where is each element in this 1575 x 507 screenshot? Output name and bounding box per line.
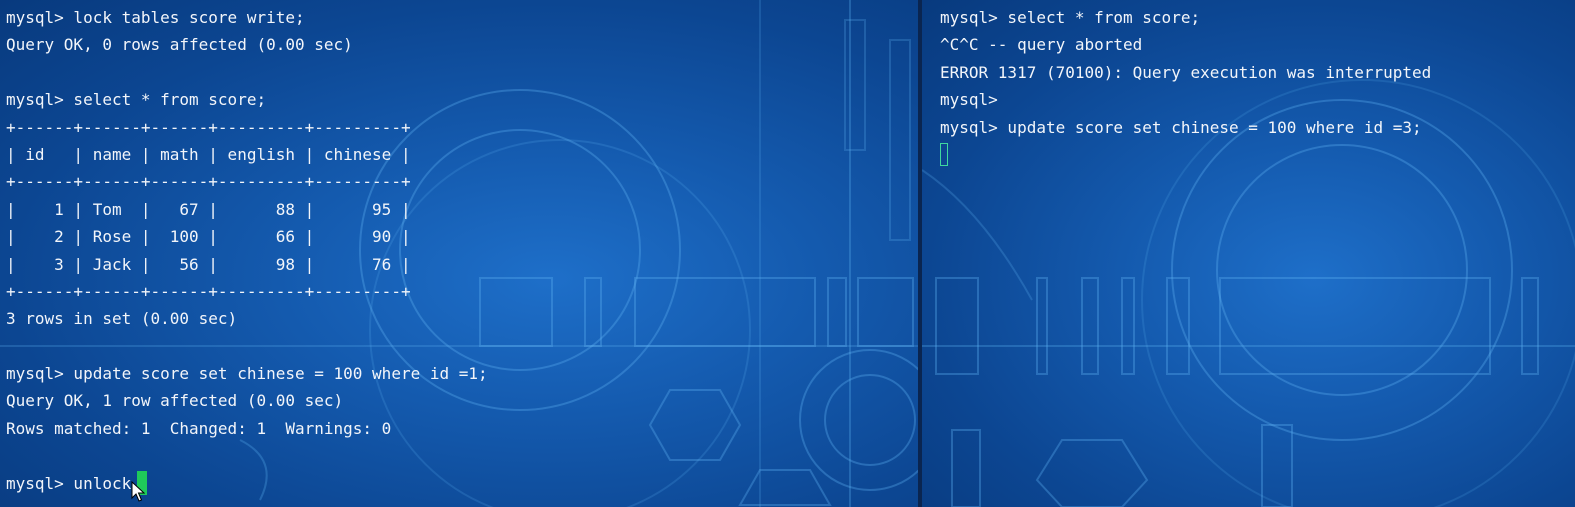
- terminal-input-line[interactable]: mysql> unlock: [6, 470, 488, 497]
- text-cursor: [940, 142, 948, 166]
- terminal-line: ^C^C -- query aborted: [940, 35, 1143, 55]
- left-terminal-output: mysql> lock tables score write; Query OK,…: [6, 4, 488, 497]
- right-terminal-pane[interactable]: mysql> select * from score; ^C^C -- query…: [922, 0, 1575, 507]
- terminal-line: Rows matched: 1 Changed: 1 Warnings: 0: [6, 418, 392, 438]
- table-row: | 1 | Tom | 67 | 88 | 95 |: [6, 199, 411, 219]
- mouse-pointer-icon: [131, 481, 145, 502]
- right-terminal-output: mysql> select * from score; ^C^C -- query…: [940, 4, 1431, 168]
- left-terminal-pane[interactable]: mysql> lock tables score write; Query OK,…: [0, 0, 918, 507]
- table-border: +------+------+------+---------+--------…: [6, 172, 411, 192]
- terminal-line: mysql> update score set chinese = 100 wh…: [940, 117, 1422, 137]
- table-border: +------+------+------+---------+--------…: [6, 281, 411, 301]
- table-header: | id | name | math | english | chinese |: [6, 144, 411, 164]
- terminal-prompt-input[interactable]: mysql> unlock: [6, 474, 131, 493]
- table-row: | 3 | Jack | 56 | 98 | 76 |: [6, 254, 411, 274]
- terminal-line: mysql>: [940, 90, 998, 110]
- table-border: +------+------+------+---------+--------…: [6, 117, 411, 137]
- terminal-line: Query OK, 1 row affected (0.00 sec): [6, 391, 344, 411]
- terminal-line: mysql> select * from score;: [6, 90, 267, 110]
- table-row: | 2 | Rose | 100 | 66 | 90 |: [6, 227, 411, 247]
- terminal-line: 3 rows in set (0.00 sec): [6, 309, 238, 329]
- terminal-input-line[interactable]: [940, 141, 1431, 168]
- terminal-line: mysql> lock tables score write;: [6, 8, 305, 27]
- terminal-line: mysql> update score set chinese = 100 wh…: [6, 364, 488, 384]
- terminal-line: Query OK, 0 rows affected (0.00 sec): [6, 35, 353, 55]
- terminal-line: mysql> select * from score;: [940, 8, 1201, 27]
- error-line: ERROR 1317 (70100): Query execution was …: [940, 62, 1432, 82]
